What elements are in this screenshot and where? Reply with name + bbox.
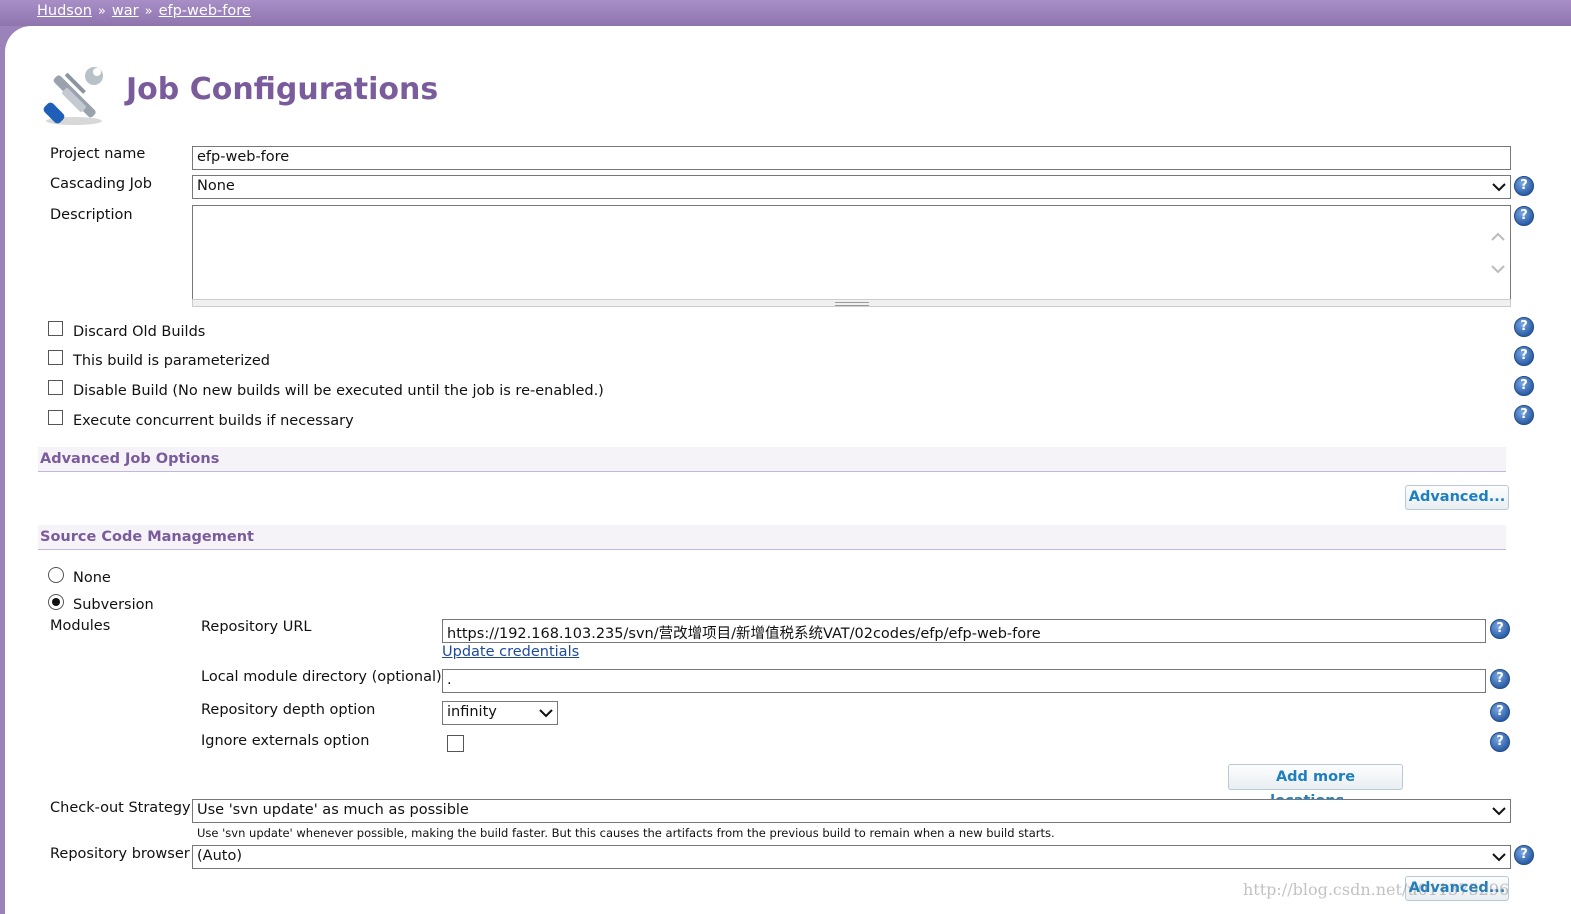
cascading-job-select[interactable]: None	[192, 175, 1511, 199]
page-title: Job Configurations	[126, 72, 439, 107]
help-icon[interactable]: ?	[1490, 669, 1510, 689]
scm-section: Source Code Management	[38, 525, 1506, 550]
help-icon[interactable]: ?	[1490, 702, 1510, 722]
advanced-job-options-button[interactable]: Advanced...	[1405, 485, 1509, 510]
help-icon[interactable]: ?	[1514, 317, 1534, 337]
help-icon[interactable]: ?	[1514, 176, 1534, 196]
checkout-strategy-select[interactable]: Use 'svn update' as much as possible	[192, 799, 1511, 823]
breadcrumb-war[interactable]: war	[112, 3, 139, 19]
watermark: http://blog.csdn.net/u011375296	[1243, 880, 1510, 899]
depth-option-label: Repository depth option	[201, 702, 376, 718]
depth-option-value: infinity	[447, 704, 497, 720]
description-textarea[interactable]	[192, 205, 1511, 300]
chevron-down-icon	[1492, 183, 1506, 192]
project-name-input[interactable]: efp-web-fore	[192, 146, 1511, 170]
local-module-dir-input[interactable]: .	[442, 669, 1486, 693]
local-module-dir-label: Local module directory (optional)	[201, 669, 442, 685]
checkout-strategy-description: Use 'svn update' whenever possible, maki…	[197, 826, 1055, 840]
tools-icon	[43, 67, 103, 125]
depth-option-select[interactable]: infinity	[442, 701, 558, 725]
chevron-down-icon	[1492, 853, 1506, 862]
scm-subversion-label: Subversion	[73, 597, 154, 613]
repository-url-input[interactable]: https://192.168.103.235/svn/营改增项目/新增值税系统…	[442, 619, 1486, 643]
chevron-down-icon	[539, 709, 553, 718]
help-icon[interactable]: ?	[1490, 732, 1510, 752]
ignore-externals-label: Ignore externals option	[201, 733, 370, 749]
help-icon[interactable]: ?	[1490, 619, 1510, 639]
advanced-job-options-section: Advanced Job Options	[38, 447, 1506, 472]
breadcrumb-hudson[interactable]: Hudson	[37, 3, 92, 19]
scm-heading: Source Code Management	[40, 529, 254, 545]
help-icon[interactable]: ?	[1514, 346, 1534, 366]
ignore-externals-checkbox[interactable]	[447, 735, 464, 752]
breadcrumb: Hudson » war » efp-web-fore	[37, 3, 251, 19]
help-icon[interactable]: ?	[1514, 376, 1534, 396]
concurrent-builds-label: Execute concurrent builds if necessary	[73, 413, 354, 429]
disable-build-label: Disable Build (No new builds will be exe…	[73, 383, 604, 399]
description-label: Description	[50, 207, 133, 223]
repository-browser-select[interactable]: (Auto)	[192, 845, 1511, 869]
discard-old-builds-checkbox[interactable]	[48, 321, 63, 336]
checkout-strategy-label: Check-out Strategy	[50, 800, 191, 816]
resize-grip-icon	[835, 302, 869, 306]
parameterized-label: This build is parameterized	[73, 353, 271, 369]
help-icon[interactable]: ?	[1514, 405, 1534, 425]
scm-subversion-radio[interactable]	[48, 594, 64, 610]
breadcrumb-separator: »	[97, 4, 106, 19]
update-credentials-link[interactable]: Update credentials	[442, 644, 579, 660]
breadcrumb-efp-web-fore[interactable]: efp-web-fore	[159, 3, 251, 19]
disable-build-checkbox[interactable]	[48, 380, 63, 395]
chevron-down-icon	[1492, 807, 1506, 816]
cascading-job-value: None	[197, 178, 235, 194]
help-icon[interactable]: ?	[1514, 206, 1534, 226]
repository-url-label: Repository URL	[201, 619, 312, 635]
concurrent-builds-checkbox[interactable]	[48, 410, 63, 425]
parameterized-checkbox[interactable]	[48, 350, 63, 365]
scm-none-label: None	[73, 570, 111, 586]
add-more-locations-button[interactable]: Add more locations...	[1228, 764, 1403, 809]
project-name-label: Project name	[50, 146, 146, 162]
advanced-job-options-heading: Advanced Job Options	[40, 451, 220, 467]
scm-none-radio[interactable]	[48, 567, 64, 583]
textarea-scroll-arrows-icon[interactable]	[1490, 228, 1506, 280]
breadcrumb-bar: Hudson » war » efp-web-fore	[0, 0, 1571, 26]
textarea-resize-handle[interactable]	[192, 299, 1511, 307]
repository-browser-label: Repository browser	[50, 846, 190, 862]
repository-browser-value: (Auto)	[197, 848, 242, 864]
discard-old-builds-label: Discard Old Builds	[73, 324, 206, 340]
help-icon[interactable]: ?	[1514, 845, 1534, 865]
breadcrumb-separator: »	[144, 4, 153, 19]
checkout-strategy-value: Use 'svn update' as much as possible	[197, 802, 469, 818]
cascading-job-label: Cascading Job	[50, 176, 153, 192]
modules-label: Modules	[50, 618, 111, 634]
